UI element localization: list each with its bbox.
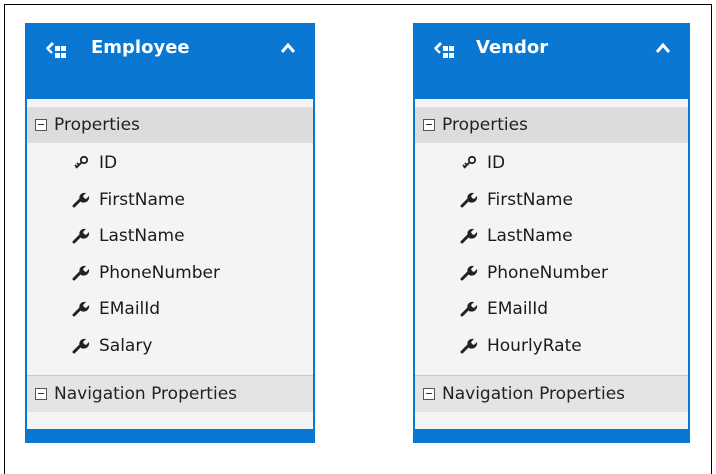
property-item[interactable]: ID bbox=[27, 145, 313, 182]
section-label: Properties bbox=[54, 115, 140, 135]
key-icon bbox=[462, 156, 477, 169]
property-label: PhoneNumber bbox=[487, 262, 608, 283]
properties-section-header[interactable]: Properties bbox=[27, 107, 313, 143]
property-label: EMailId bbox=[487, 299, 549, 320]
wrench-icon bbox=[460, 265, 478, 281]
property-item[interactable]: FirstName bbox=[415, 182, 688, 219]
section-label: Navigation Properties bbox=[54, 384, 238, 404]
wrench-icon bbox=[460, 338, 478, 354]
property-item[interactable]: PhoneNumber bbox=[27, 255, 313, 292]
entity-employee[interactable]: Employee Properties ID FirstName LastNam… bbox=[25, 23, 315, 443]
property-item[interactable]: PhoneNumber bbox=[415, 255, 688, 292]
wrench-icon bbox=[72, 265, 90, 281]
property-label: ID bbox=[99, 153, 118, 174]
property-item[interactable]: EMailId bbox=[415, 291, 688, 328]
property-item[interactable]: LastName bbox=[27, 218, 313, 255]
wrench-icon bbox=[460, 192, 478, 208]
property-item[interactable]: FirstName bbox=[27, 182, 313, 219]
entity-vendor[interactable]: Vendor Properties ID FirstName LastName … bbox=[413, 23, 690, 443]
property-label: LastName bbox=[487, 226, 573, 247]
navigation-section-header[interactable]: Navigation Properties bbox=[27, 375, 313, 412]
wrench-icon bbox=[72, 229, 90, 244]
entity-body: Properties ID FirstName LastName PhoneNu… bbox=[27, 99, 313, 429]
entity-header[interactable]: Employee bbox=[25, 23, 315, 97]
key-icon bbox=[74, 156, 89, 169]
entity-type-icon bbox=[434, 42, 454, 58]
properties-section-header[interactable]: Properties bbox=[415, 107, 688, 143]
property-item[interactable]: LastName bbox=[415, 218, 688, 255]
section-label: Navigation Properties bbox=[442, 384, 626, 404]
wrench-icon bbox=[72, 192, 90, 208]
property-label: FirstName bbox=[487, 189, 573, 210]
entity-header[interactable]: Vendor bbox=[413, 23, 690, 97]
wrench-icon bbox=[460, 229, 478, 244]
property-label: FirstName bbox=[99, 189, 185, 210]
wrench-icon bbox=[460, 302, 478, 317]
property-label: ID bbox=[487, 153, 506, 174]
property-label: PhoneNumber bbox=[99, 262, 220, 283]
entity-type-icon bbox=[46, 42, 66, 58]
property-item[interactable]: ID bbox=[415, 145, 688, 182]
wrench-icon bbox=[72, 338, 90, 354]
navigation-section-header[interactable]: Navigation Properties bbox=[415, 375, 688, 412]
property-item[interactable]: EMailId bbox=[27, 291, 313, 328]
collapse-minus-icon[interactable] bbox=[35, 119, 47, 131]
property-label: Salary bbox=[99, 335, 153, 356]
property-item[interactable]: Salary bbox=[27, 328, 313, 365]
property-item[interactable]: HourlyRate bbox=[415, 328, 688, 365]
wrench-icon bbox=[72, 302, 90, 317]
collapse-minus-icon[interactable] bbox=[423, 388, 435, 400]
entity-body: Properties ID FirstName LastName PhoneNu… bbox=[415, 99, 688, 429]
property-label: EMailId bbox=[99, 299, 161, 320]
entity-title: Employee bbox=[91, 37, 190, 58]
entity-title: Vendor bbox=[476, 37, 549, 58]
property-list: ID FirstName LastName PhoneNumber EMailI… bbox=[415, 145, 688, 364]
collapse-minus-icon[interactable] bbox=[423, 119, 435, 131]
section-label: Properties bbox=[442, 115, 528, 135]
property-list: ID FirstName LastName PhoneNumber EMailI… bbox=[27, 145, 313, 364]
chevron-up-icon[interactable] bbox=[279, 41, 297, 55]
chevron-up-icon[interactable] bbox=[654, 41, 672, 55]
collapse-minus-icon[interactable] bbox=[35, 388, 47, 400]
property-label: LastName bbox=[99, 226, 185, 247]
property-label: HourlyRate bbox=[487, 335, 582, 356]
